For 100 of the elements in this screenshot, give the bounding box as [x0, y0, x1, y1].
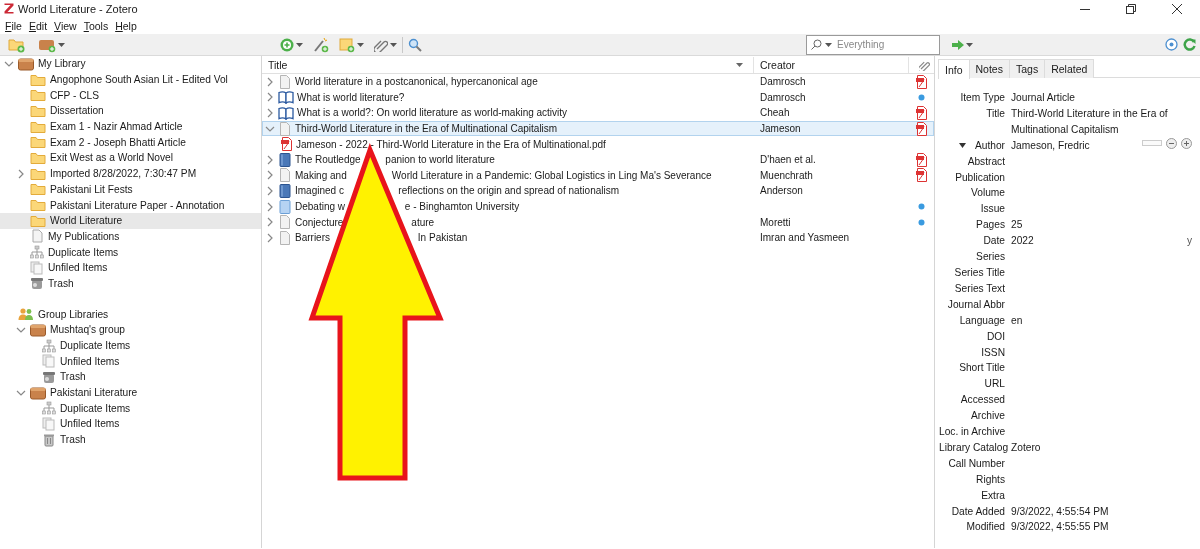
- collection-item[interactable]: Unfiled Items: [0, 259, 261, 276]
- collection-item[interactable]: Pakistani Lit Fests: [0, 181, 261, 198]
- field-value[interactable]: Third-World Literature in the Era of Multinational Capitalism: [1011, 105, 1192, 138]
- hierarchy-icon: [30, 245, 44, 260]
- plus-circle-icon: [280, 37, 294, 52]
- collection-item[interactable]: Trash: [0, 431, 261, 448]
- collection-item[interactable]: Duplicate Items: [0, 244, 261, 260]
- toolbar-button[interactable]: [1165, 38, 1178, 51]
- collection-item[interactable]: Pakistani Literature: [0, 384, 261, 401]
- chevron-right-icon[interactable]: [266, 185, 274, 196]
- column-header[interactable]: Title: [262, 57, 754, 73]
- item-row[interactable]: World literature in a postcanonical, hypercanonical age Damrosch: [262, 74, 934, 90]
- chevron-down-icon[interactable]: [16, 325, 26, 334]
- toolbar-button[interactable]: [952, 39, 973, 50]
- hierarchy-icon: [42, 401, 56, 416]
- chevron-right-icon[interactable]: [266, 201, 274, 212]
- creator-text: Moretti: [760, 216, 791, 228]
- close-icon[interactable]: [1172, 3, 1182, 14]
- collection-item[interactable]: Exam 2 - Joseph Bhatti Article: [0, 134, 261, 151]
- item-row[interactable]: Imagined c reflections on the origin and spread of nationalism Anderson: [262, 183, 934, 199]
- collection-item[interactable]: Unfiled Items: [0, 416, 261, 432]
- chevron-right-icon[interactable]: [266, 217, 274, 228]
- tab[interactable]: Info: [938, 59, 970, 79]
- folder-icon: [30, 182, 46, 197]
- library-icon: [18, 56, 34, 71]
- field-value[interactable]: Zotero: [1011, 439, 1041, 456]
- collection-item[interactable]: World Literature: [0, 212, 261, 229]
- chevron-right-icon[interactable]: [266, 170, 274, 181]
- toolbar-button[interactable]: [280, 37, 303, 52]
- collection-item[interactable]: Pakistani Literature Paper - Annotation: [0, 197, 261, 213]
- collection-item[interactable]: Imported 8/28/2022, 7:30:47 PM: [0, 165, 261, 182]
- collection-item[interactable]: Trash: [0, 369, 261, 385]
- chevron-down-icon[interactable]: [16, 388, 26, 397]
- item-row[interactable]: Conjecture ature Moretti: [262, 214, 934, 230]
- plus-icon[interactable]: [1181, 137, 1192, 149]
- toggle-icon[interactable]: [1142, 140, 1162, 147]
- chevron-right-icon[interactable]: [17, 168, 25, 179]
- collection-item[interactable]: Exam 1 - Nazir Ahmad Article: [0, 118, 261, 135]
- collection-item[interactable]: Angophone South Asian Lit - Edited Vol: [0, 71, 261, 88]
- chevron-right-icon[interactable]: [266, 108, 274, 118]
- menu-item[interactable]: Help: [115, 19, 137, 32]
- field-label: Date Added: [950, 504, 1005, 519]
- chevron-right-icon[interactable]: [266, 76, 274, 87]
- collection-item[interactable]: Dissertation: [0, 103, 261, 119]
- chevron-down-icon[interactable]: [4, 59, 14, 68]
- menu-item[interactable]: View: [54, 19, 77, 32]
- chevron-right-icon[interactable]: [266, 154, 274, 165]
- date-format-text: y: [1186, 234, 1192, 249]
- collection-item[interactable]: Trash: [0, 275, 261, 292]
- tab[interactable]: Notes: [968, 59, 1010, 78]
- toolbar-button[interactable]: [339, 36, 364, 53]
- item-row[interactable]: Debating w e - Binghamton University: [262, 198, 934, 215]
- field-value[interactable]: 9/3/2022, 4:55:55 PM: [1011, 519, 1109, 536]
- menu-item[interactable]: Tools: [83, 19, 109, 32]
- collection-item[interactable]: My Library: [0, 56, 261, 72]
- creator-text: Anderson: [760, 185, 803, 197]
- minus-icon[interactable]: [1166, 137, 1177, 149]
- field-label: URL: [983, 377, 1005, 392]
- chevron-right-icon[interactable]: [266, 232, 274, 243]
- collection-item[interactable]: Mushtaq's group: [0, 322, 261, 338]
- field-value[interactable]: 9/3/2022, 4:55:54 PM: [1011, 503, 1109, 520]
- item-row[interactable]: Third-World Literature in the Era of Multinational Capitalism Jameson: [262, 120, 934, 137]
- caret-icon: [966, 42, 973, 47]
- title-text: panion to world literature: [385, 154, 495, 166]
- title-text: Making and: [295, 169, 347, 181]
- paperclip-icon[interactable]: [919, 59, 930, 71]
- search-field[interactable]: Everything: [806, 34, 940, 55]
- collection-item[interactable]: Duplicate Items: [0, 337, 261, 354]
- collection-item[interactable]: Duplicate Items: [0, 400, 261, 417]
- field-label: Publication: [954, 170, 1005, 185]
- toolbar-button[interactable]: [313, 36, 329, 53]
- field-label: Rights: [975, 472, 1005, 487]
- column-header[interactable]: Creator: [754, 57, 909, 73]
- restore-icon[interactable]: [1126, 3, 1136, 14]
- field-value[interactable]: Journal Article: [1011, 90, 1075, 106]
- field-value[interactable]: 2022: [1011, 233, 1034, 250]
- field-value[interactable]: 25: [1011, 217, 1023, 234]
- toolbar-button[interactable]: [408, 37, 422, 52]
- item-row[interactable]: What is a world?: On world literature as world-making activity Cheah: [262, 105, 934, 121]
- chevron-down-icon[interactable]: [265, 124, 275, 133]
- triangle-down-icon[interactable]: [959, 143, 966, 149]
- chevron-right-icon[interactable]: [266, 92, 274, 103]
- menu-item[interactable]: File: [5, 19, 22, 32]
- tab[interactable]: Related: [1044, 59, 1095, 78]
- item-row[interactable]: Barriers In Pakistan Imran and Yasmeen: [262, 229, 934, 246]
- field-value[interactable]: Jameson, Fredric: [1011, 137, 1090, 154]
- caret-icon: [58, 42, 65, 47]
- title-text: World Literature in a Pandemic: Global Logistics in Ling Ma's Severance: [391, 169, 712, 181]
- document-icon: [278, 74, 292, 89]
- collection-item[interactable]: My Publications: [0, 228, 261, 245]
- collection-item[interactable]: Group Libraries: [0, 306, 261, 322]
- collection-item[interactable]: Exit West as a World Novel: [0, 150, 261, 166]
- collection-item[interactable]: CFP - CLS: [0, 87, 261, 104]
- collection-item[interactable]: Unfiled Items: [0, 353, 261, 370]
- item-row[interactable]: Jameson - 2022 - Third-World Literature in the Era of Multinational.pdf: [262, 136, 934, 152]
- field-value[interactable]: en: [1011, 312, 1023, 329]
- menu-item[interactable]: Edit: [28, 19, 48, 32]
- item-row[interactable]: What is world literature? Damrosch: [262, 89, 934, 106]
- title-text: ature: [411, 216, 435, 228]
- title-text: In Pakistan: [417, 232, 468, 244]
